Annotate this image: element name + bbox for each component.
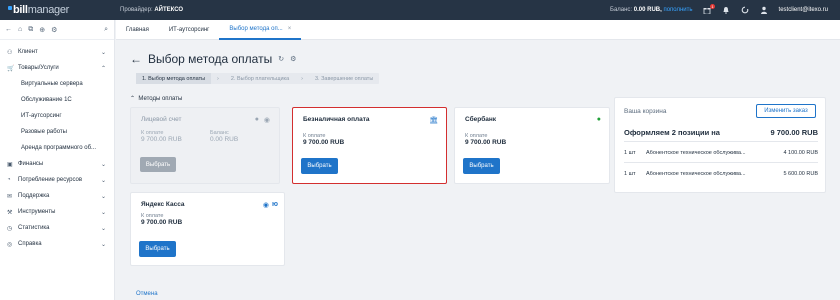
tab-home[interactable]: Главная (116, 20, 159, 40)
chevron-down-icon: ⌄ (100, 209, 106, 216)
chevron-up-icon: ⌃ (100, 65, 106, 72)
sidebar-item-finance[interactable]: ▣ Финансы ⌄ (0, 156, 114, 172)
tab-payment-method[interactable]: Выбор метода оп... × (219, 20, 302, 40)
chevron-down-icon: ⌄ (100, 161, 106, 168)
sidebar-item-support[interactable]: ✉ Поддержка ⌄ (0, 188, 114, 204)
chevron-down-icon: ⌄ (100, 193, 106, 200)
topup-link[interactable]: пополнить (663, 7, 692, 13)
sidebar: ← ⌂ ⧉ ⊕ ⚙ ⌕ ⚇ Клиент ⌄ 🛒 Товары/Услуги ⌃ Вир… (0, 20, 115, 300)
step-2: 2. Выбор плательщика (230, 75, 290, 82)
cart-row: 1 шт Абонентское техническое обслужива...… (624, 171, 818, 177)
user-email[interactable]: testclient@itexo.ru (779, 7, 828, 13)
yandex-logo-icon: ю (272, 201, 278, 208)
logo[interactable]: billmanager (0, 4, 120, 16)
refresh-icon[interactable]: ↻ (278, 55, 284, 63)
user-icon: ⚇ (7, 49, 13, 56)
back-arrow-icon[interactable]: ← (5, 26, 12, 33)
card-title: Безналичная оплата (303, 116, 370, 123)
sidebar-item-tools[interactable]: ⚒ Инструменты ⌄ (0, 204, 114, 220)
chevron-down-icon: ⌄ (100, 49, 106, 56)
back-arrow-icon[interactable]: ← (130, 52, 142, 66)
sberbank-logo-icon: ● (596, 116, 601, 123)
sidebar-item-client[interactable]: ⚇ Клиент ⌄ (0, 44, 114, 60)
gift-icon[interactable]: 1 (703, 3, 715, 15)
sidebar-subitem-software-rent[interactable]: Аренда программного об... (0, 140, 114, 156)
chevron-up-icon: ⌃ (130, 96, 136, 102)
divider (624, 141, 818, 142)
user-icon[interactable] (760, 6, 769, 15)
select-button-sberbank[interactable]: Выбрать (463, 158, 500, 174)
select-button-cashless[interactable]: Выбрать (301, 158, 338, 174)
balance: Баланс: 0.00 RUB, пополнить (610, 7, 693, 13)
finance-icon: ▣ (7, 161, 13, 168)
sidebar-item-help[interactable]: ◎ Справка ⌄ (0, 236, 114, 252)
tab-bar: Главная ИТ-аутсорсинг Выбор метода оп...… (116, 20, 840, 40)
sidebar-subitem-vps[interactable]: Виртуальные сервера (0, 76, 114, 92)
select-button-yandex[interactable]: Выбрать (139, 241, 176, 257)
copy-icon[interactable]: ⧉ (28, 26, 33, 34)
refresh-icon[interactable] (741, 6, 750, 15)
bell-icon[interactable] (722, 6, 731, 15)
card-title: Лицевой счет (141, 116, 182, 123)
meter-icon: ◔ (7, 177, 11, 183)
sidebar-item-stats[interactable]: ◷ Статистика ⌄ (0, 220, 114, 236)
wallet-icon: ◉ (263, 117, 270, 124)
sidebar-item-consumption[interactable]: ◔ Потребление ресурсов ⌄ (0, 172, 114, 188)
search-icon[interactable]: ⌕ (104, 26, 108, 34)
tools-icon: ⚒ (7, 209, 13, 216)
chevron-down-icon: ⌄ (100, 225, 106, 232)
edit-order-button[interactable]: Изменить заказ (756, 104, 816, 118)
stats-icon: ◷ (7, 225, 13, 232)
cancel-link[interactable]: Отмена (136, 291, 158, 297)
sidebar-subitem-oneoff[interactable]: Разовые работы (0, 124, 114, 140)
card-title: Яндекс Касса (141, 201, 185, 208)
cart-icon: 🛒 (7, 65, 15, 72)
yandex-radio-icon: ◉ (262, 202, 269, 209)
settings-icon[interactable]: ⚙ (290, 55, 296, 63)
info-icon[interactable]: ● (255, 116, 259, 123)
tab-outsourcing[interactable]: ИТ-аутсорсинг (159, 20, 220, 40)
step-1: 1. Выбор метода оплаты (136, 73, 212, 84)
payment-card-account: Лицевой счет ● ◉ К оплате 9 700.00 RUB Б… (130, 107, 280, 184)
step-separator-icon: › (217, 75, 219, 82)
main-content: ← Выбор метода оплаты ↻ ⚙ 1. Выбор метод… (116, 40, 840, 300)
sidebar-subitem-1c[interactable]: Обслуживание 1С (0, 92, 114, 108)
home-icon[interactable]: ⌂ (18, 26, 22, 33)
chevron-down-icon: ⌄ (100, 241, 106, 248)
chevron-down-icon: ⌄ (100, 177, 106, 184)
help-icon: ◎ (7, 241, 13, 248)
cart-row: 1 шт Абонентское техническое обслужива...… (624, 150, 818, 156)
sidebar-subitem-outsourcing[interactable]: ИТ-аутсорсинг (0, 108, 114, 124)
sidebar-toolbar: ← ⌂ ⧉ ⊕ ⚙ ⌕ (0, 20, 114, 40)
select-button-account[interactable]: Выбрать (140, 157, 176, 172)
cart-summary: Оформляем 2 позиции на 9 700.00 RUB (624, 128, 818, 137)
top-bar: billmanager Провайдер: АЙТЕКСО Баланс: 0… (0, 0, 840, 20)
bank-icon: 🏛 (429, 117, 438, 124)
close-icon[interactable]: × (288, 26, 292, 32)
provider-name: АЙТЕКСО (154, 7, 184, 13)
step-separator-icon: › (301, 75, 303, 82)
section-header[interactable]: ⌃ Методы оплаты (130, 95, 182, 102)
support-icon: ✉ (7, 193, 13, 200)
settings-icon[interactable]: ⚙ (51, 26, 57, 34)
cart-title: Ваша корзина (624, 108, 667, 115)
steps-breadcrumb: 1. Выбор метода оплаты › 2. Выбор плател… (136, 73, 380, 84)
card-title: Сбербанк (465, 116, 497, 123)
sidebar-item-products[interactable]: 🛒 Товары/Услуги ⌃ (0, 60, 114, 76)
page-title: ← Выбор метода оплаты ↻ ⚙ (130, 52, 297, 66)
step-3: 3. Завершение оплаты (314, 75, 374, 82)
divider (624, 162, 818, 163)
cart-panel: Ваша корзина Изменить заказ Оформляем 2 … (614, 97, 826, 193)
add-icon[interactable]: ⊕ (39, 26, 45, 34)
provider: Провайдер: АЙТЕКСО (120, 7, 184, 13)
notification-badge: 1 (710, 3, 715, 9)
